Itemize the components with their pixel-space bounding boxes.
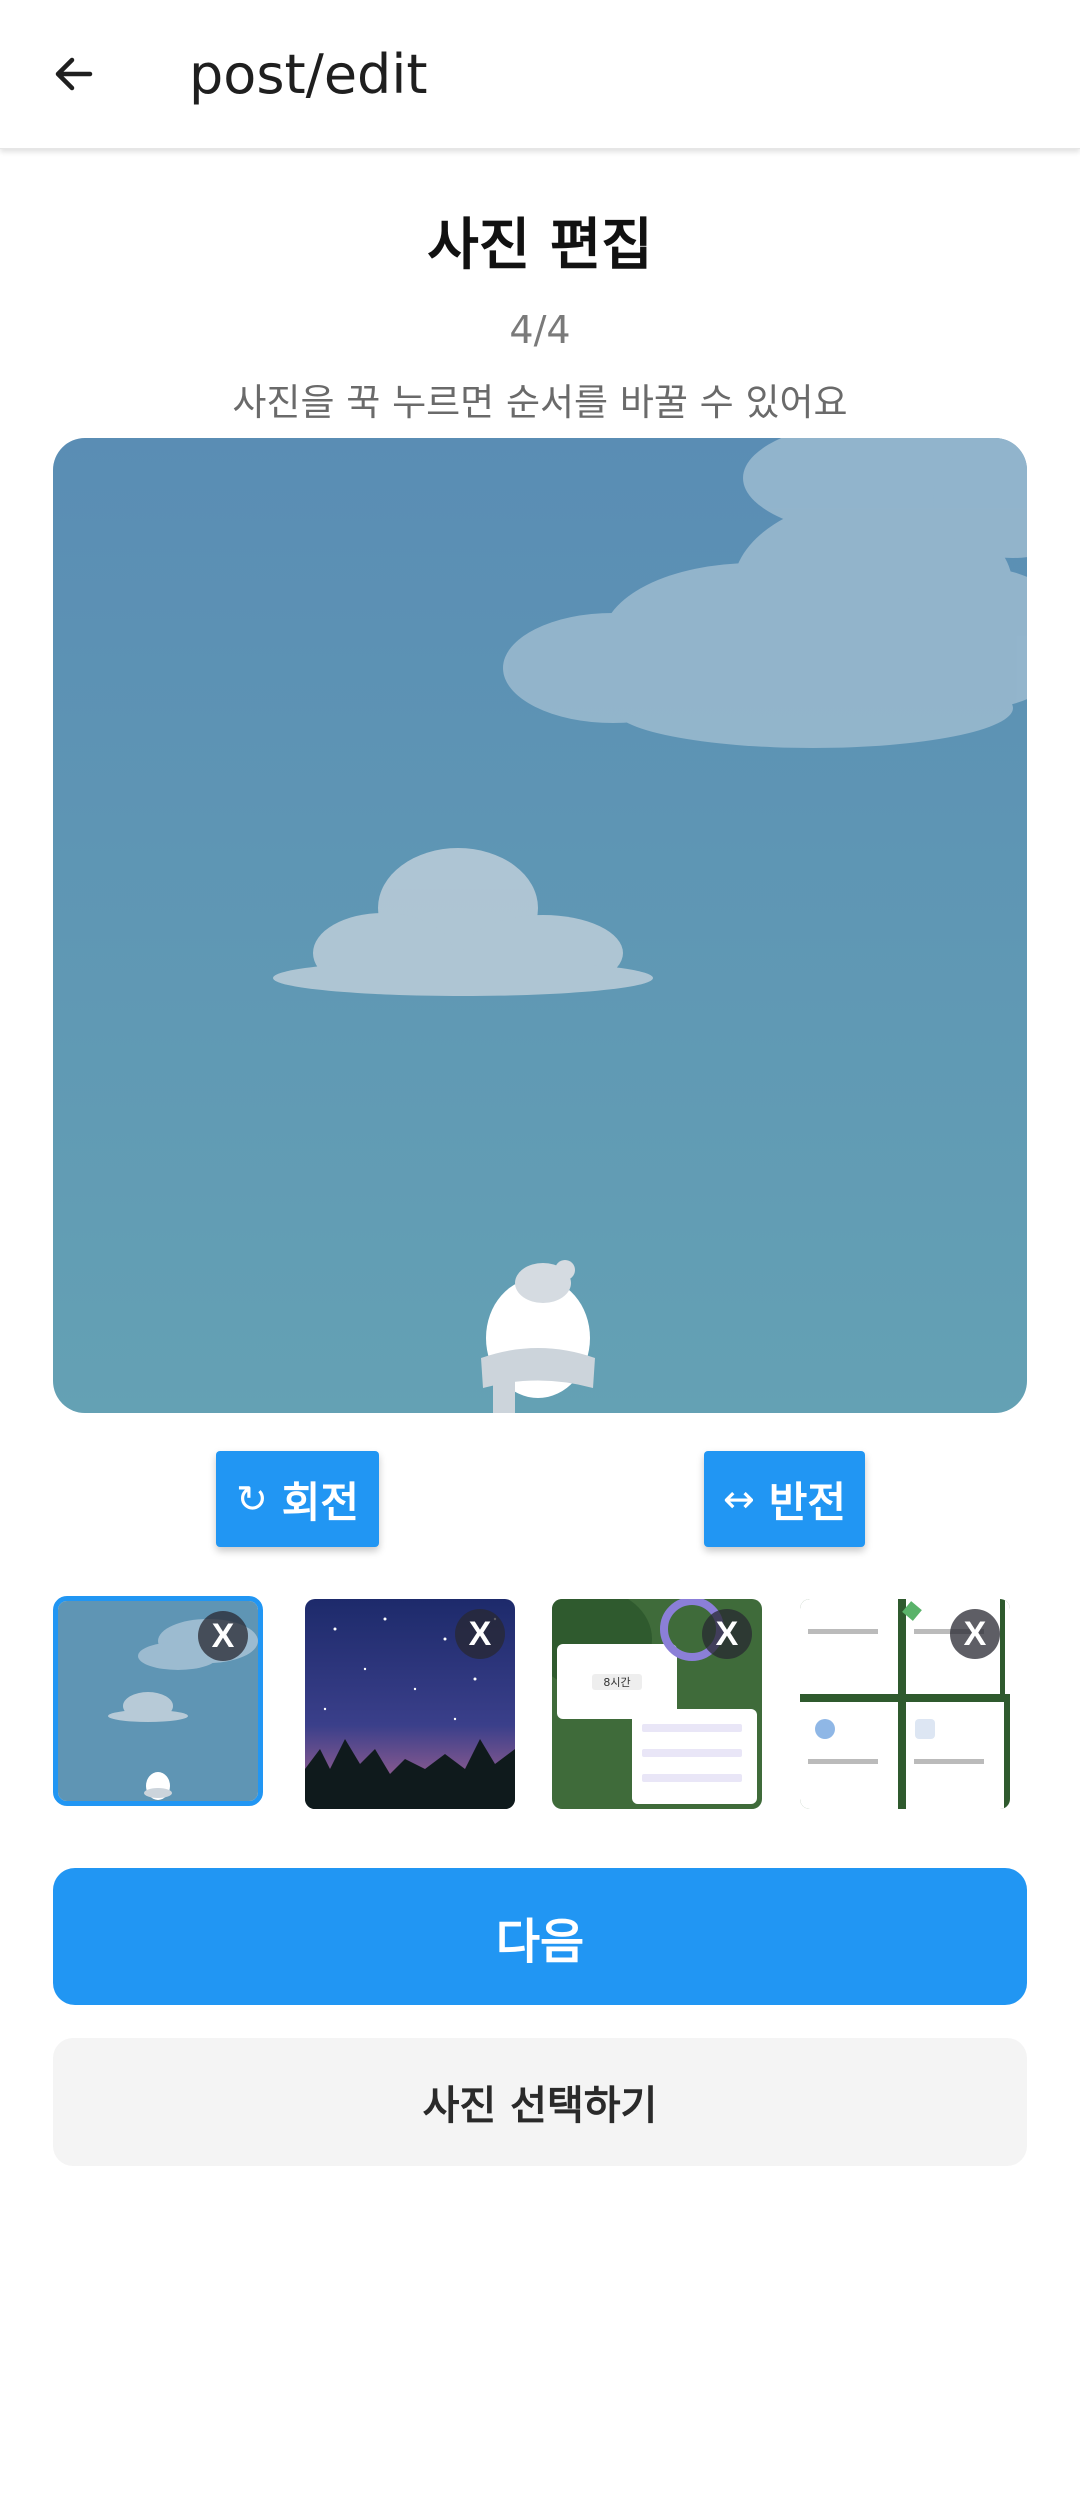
photo-preview (53, 438, 1027, 1413)
svg-text:8시간: 8시간 (603, 1676, 630, 1689)
rotate-icon: ↻ (235, 1477, 268, 1521)
remove-photo-button[interactable]: X (198, 1611, 248, 1661)
arrow-left-icon (55, 57, 93, 91)
flip-button[interactable]: ↔ 반전 (704, 1451, 865, 1547)
remove-photo-button[interactable]: X (455, 1609, 505, 1659)
thumbnail-app-screenshot[interactable]: 8시간 X (552, 1599, 762, 1809)
remove-photo-button[interactable]: X (950, 1609, 1000, 1659)
rotate-label: 회전 (281, 1477, 360, 1527)
remove-photo-button[interactable]: X (702, 1609, 752, 1659)
thumbnail-strip: X X 8시간 X X (53, 1596, 1027, 1816)
rotate-button[interactable]: ↻ 회전 (216, 1451, 379, 1547)
appbar-title: post/edit (189, 43, 428, 106)
thumbnail-card-grid[interactable]: X (800, 1599, 1010, 1809)
thumbnail-night-sky[interactable]: X (305, 1599, 515, 1809)
app-bar: post/edit (0, 0, 1080, 149)
flip-horizontal-icon: ↔ (722, 1477, 755, 1521)
next-button[interactable]: 다음 (53, 1868, 1027, 2005)
page-counter: 4/4 (509, 308, 571, 352)
flip-label: 반전 (768, 1477, 847, 1527)
back-button[interactable] (34, 34, 114, 114)
thumbnail-sky-snowman[interactable]: X (53, 1596, 263, 1806)
select-photos-button[interactable]: 사진 선택하기 (53, 2038, 1027, 2166)
page-title: 사진 편집 (427, 213, 653, 278)
reorder-hint: 사진을 꾹 누르면 순서를 바꿀 수 있어요 (232, 381, 848, 424)
